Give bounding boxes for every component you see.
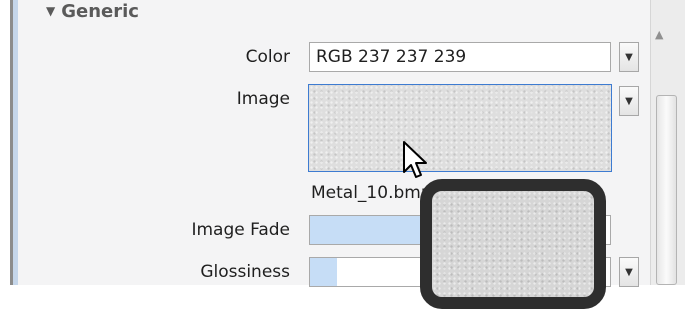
image-filename: Metal_10.bmp — [311, 183, 432, 203]
image-label: Image — [236, 89, 290, 109]
mouse-pointer-icon — [403, 141, 427, 178]
image-fade-fill — [310, 216, 424, 244]
color-dropdown-button[interactable]: ▼ — [619, 42, 639, 72]
dropdown-arrow-icon: ▼ — [625, 266, 633, 278]
drag-preview-thumbnail — [420, 179, 606, 309]
group-header-generic[interactable]: ▼ Generic — [46, 2, 139, 23]
image-dropdown-button[interactable]: ▼ — [619, 86, 639, 116]
collapse-triangle-icon[interactable]: ▼ — [46, 4, 55, 18]
image-preview[interactable] — [308, 84, 612, 172]
dropdown-arrow-icon: ▼ — [625, 95, 633, 107]
glossiness-label: Glossiness — [200, 262, 290, 282]
color-field[interactable]: RGB 237 237 239 — [309, 42, 611, 72]
group-title: Generic — [61, 1, 139, 22]
glossiness-fill — [310, 258, 337, 286]
scrollbar-thumb[interactable] — [656, 95, 677, 285]
dropdown-arrow-icon: ▼ — [625, 51, 633, 63]
color-label: Color — [245, 47, 290, 67]
image-fade-label: Image Fade — [191, 220, 290, 240]
scroll-up-arrow-icon[interactable]: ▲ — [655, 28, 663, 41]
glossiness-dropdown-button[interactable]: ▼ — [619, 257, 639, 287]
color-value: RGB 237 237 239 — [316, 47, 467, 67]
